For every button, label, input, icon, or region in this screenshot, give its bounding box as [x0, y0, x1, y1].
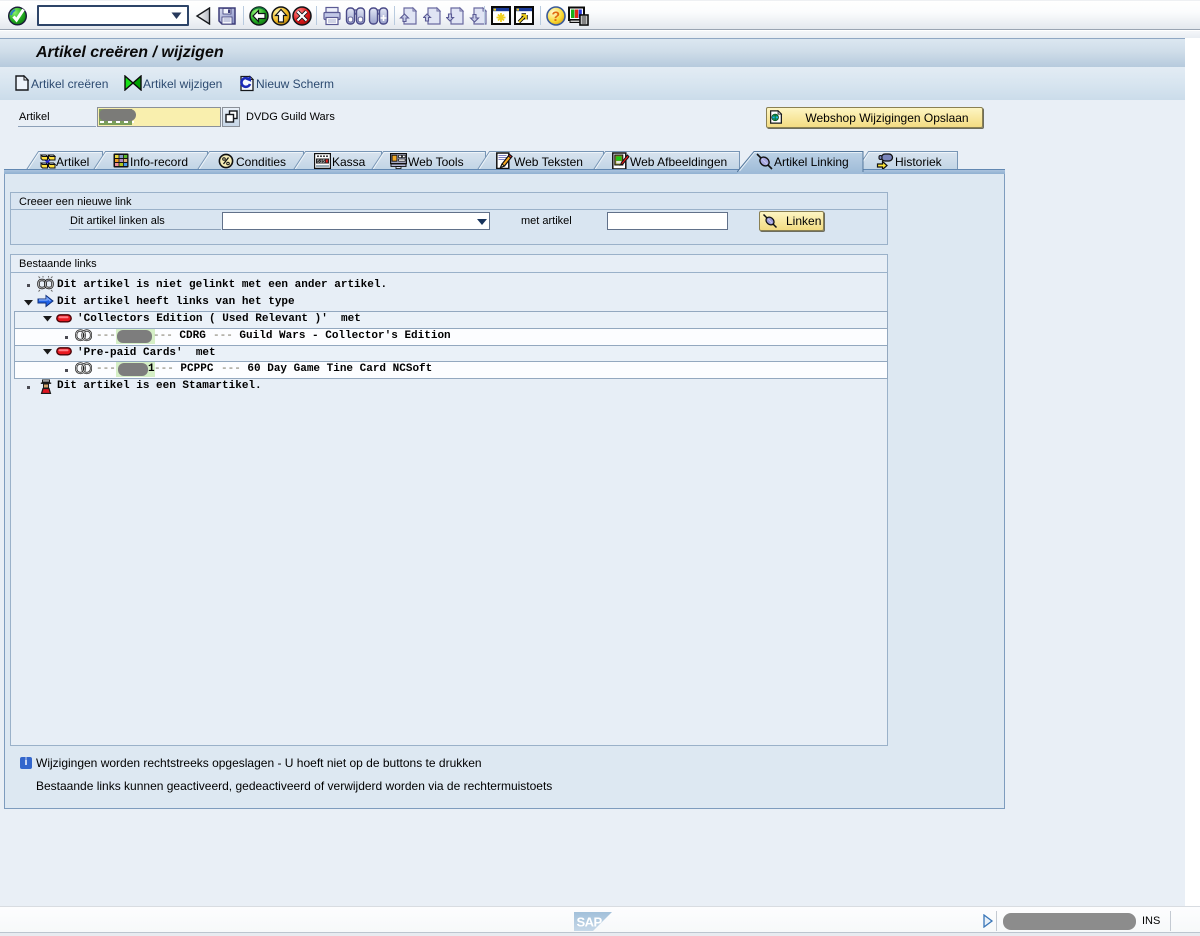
svg-text:SAP: SAP — [577, 915, 603, 930]
svg-text:?: ? — [552, 8, 561, 24]
svg-text:515: 515 — [317, 159, 325, 165]
